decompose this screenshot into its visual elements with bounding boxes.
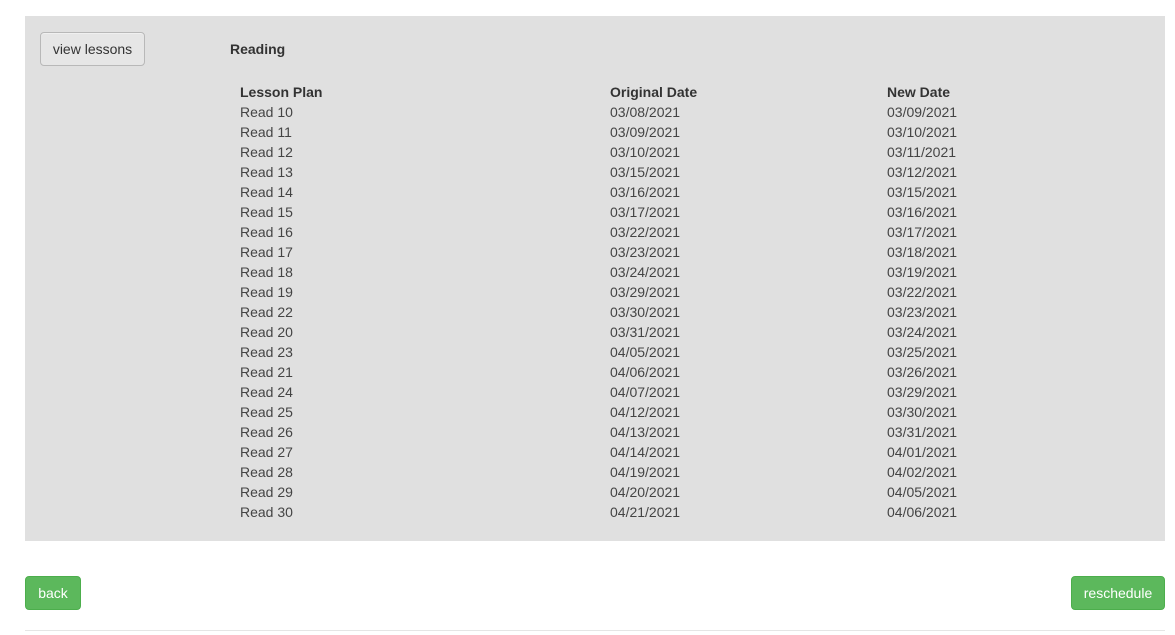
lesson-plan-cell: Read 21	[240, 364, 293, 380]
table-row: Read 23 04/05/2021 03/25/2021	[236, 342, 1083, 362]
lesson-plan-cell: Read 28	[240, 464, 293, 480]
back-button[interactable]: back	[25, 576, 81, 610]
lesson-plan-cell: Read 24	[240, 384, 293, 400]
header-new-date: New Date	[887, 84, 951, 100]
original-date-cell: 03/16/2021	[610, 184, 681, 200]
new-date-cell: 03/23/2021	[887, 304, 958, 320]
reschedule-button[interactable]: reschedule	[1071, 576, 1165, 610]
table-row: Read 13 03/15/2021 03/12/2021	[236, 162, 1083, 182]
original-date-cell: 04/19/2021	[610, 464, 681, 480]
original-date-cell: 04/13/2021	[610, 424, 681, 440]
original-date-cell: 03/10/2021	[610, 144, 681, 160]
table-row: Read 29 04/20/2021 04/05/2021	[236, 482, 1083, 502]
lesson-plan-cell: Read 13	[240, 164, 293, 180]
table-row: Read 26 04/13/2021 03/31/2021	[236, 422, 1083, 442]
new-date-cell: 03/10/2021	[887, 124, 958, 140]
new-date-cell: 03/12/2021	[887, 164, 958, 180]
original-date-cell: 04/20/2021	[610, 484, 681, 500]
new-date-cell: 04/05/2021	[887, 484, 958, 500]
new-date-cell: 03/24/2021	[887, 324, 958, 340]
original-date-cell: 03/31/2021	[610, 324, 681, 340]
table-row: Read 22 03/30/2021 03/23/2021	[236, 302, 1083, 322]
original-date-cell: 03/15/2021	[610, 164, 681, 180]
lesson-plan-cell: Read 10	[240, 104, 293, 120]
lesson-plan-cell: Read 14	[240, 184, 293, 200]
view-lessons-button[interactable]: view lessons	[40, 32, 145, 66]
table-row: Read 10 03/08/2021 03/09/2021	[236, 102, 1083, 122]
lesson-plan-cell: Read 19	[240, 284, 293, 300]
new-date-cell: 03/17/2021	[887, 224, 958, 240]
new-date-cell: 03/30/2021	[887, 404, 958, 420]
lesson-table-body: Read 10 03/08/2021 03/09/2021 Read 11 03/09/…	[236, 102, 1083, 522]
lesson-plan-cell: Read 25	[240, 404, 293, 420]
lesson-plan-cell: Read 29	[240, 484, 293, 500]
lesson-plan-cell: Read 22	[240, 304, 293, 320]
new-date-cell: 04/06/2021	[887, 504, 958, 520]
header-lesson-plan: Lesson Plan	[240, 84, 323, 100]
lesson-plan-cell: Read 17	[240, 244, 293, 260]
original-date-cell: 04/12/2021	[610, 404, 681, 420]
lesson-plan-cell: Read 18	[240, 264, 293, 280]
table-header-row: Lesson Plan Original Date New Date	[236, 82, 1083, 102]
table-row: Read 18 03/24/2021 03/19/2021	[236, 262, 1083, 282]
table-row: Read 21 04/06/2021 03/26/2021	[236, 362, 1083, 382]
table-row: Read 14 03/16/2021 03/15/2021	[236, 182, 1083, 202]
lesson-plan-cell: Read 20	[240, 324, 293, 340]
table-row: Read 17 03/23/2021 03/18/2021	[236, 242, 1083, 262]
new-date-cell: 03/09/2021	[887, 104, 958, 120]
table-row: Read 16 03/22/2021 03/17/2021	[236, 222, 1083, 242]
new-date-cell: 04/02/2021	[887, 464, 958, 480]
new-date-cell: 03/19/2021	[887, 264, 958, 280]
table-row: Read 12 03/10/2021 03/11/2021	[236, 142, 1083, 162]
new-date-cell: 03/18/2021	[887, 244, 958, 260]
lesson-plan-cell: Read 27	[240, 444, 293, 460]
lesson-plan-cell: Read 26	[240, 424, 293, 440]
original-date-cell: 03/09/2021	[610, 124, 681, 140]
table-row: Read 25 04/12/2021 03/30/2021	[236, 402, 1083, 422]
lesson-plan-cell: Read 30	[240, 504, 293, 520]
table-row: Read 15 03/17/2021 03/16/2021	[236, 202, 1083, 222]
original-date-cell: 03/08/2021	[610, 104, 681, 120]
table-row: Read 20 03/31/2021 03/24/2021	[236, 322, 1083, 342]
footer-divider	[25, 630, 1165, 631]
new-date-cell: 03/31/2021	[887, 424, 958, 440]
lesson-plan-cell: Read 12	[240, 144, 293, 160]
original-date-cell: 04/21/2021	[610, 504, 681, 520]
original-date-cell: 03/24/2021	[610, 264, 681, 280]
original-date-cell: 04/14/2021	[610, 444, 681, 460]
table-row: Read 30 04/21/2021 04/06/2021	[236, 502, 1083, 522]
original-date-cell: 03/17/2021	[610, 204, 681, 220]
original-date-cell: 04/05/2021	[610, 344, 681, 360]
original-date-cell: 03/29/2021	[610, 284, 681, 300]
new-date-cell: 04/01/2021	[887, 444, 958, 460]
original-date-cell: 03/22/2021	[610, 224, 681, 240]
lesson-panel: view lessons Reading Lesson Plan Origina…	[25, 16, 1165, 541]
original-date-cell: 03/30/2021	[610, 304, 681, 320]
lesson-plan-cell: Read 23	[240, 344, 293, 360]
new-date-cell: 03/26/2021	[887, 364, 958, 380]
new-date-cell: 03/29/2021	[887, 384, 958, 400]
original-date-cell: 04/07/2021	[610, 384, 681, 400]
table-row: Read 28 04/19/2021 04/02/2021	[236, 462, 1083, 482]
new-date-cell: 03/25/2021	[887, 344, 958, 360]
lesson-table: Lesson Plan Original Date New Date Read …	[236, 82, 1083, 522]
original-date-cell: 03/23/2021	[610, 244, 681, 260]
new-date-cell: 03/15/2021	[887, 184, 958, 200]
new-date-cell: 03/16/2021	[887, 204, 958, 220]
lesson-plan-cell: Read 15	[240, 204, 293, 220]
new-date-cell: 03/11/2021	[887, 144, 957, 160]
new-date-cell: 03/22/2021	[887, 284, 958, 300]
lesson-plan-cell: Read 11	[240, 124, 292, 140]
header-original-date: Original Date	[610, 84, 698, 100]
original-date-cell: 04/06/2021	[610, 364, 681, 380]
table-row: Read 27 04/14/2021 04/01/2021	[236, 442, 1083, 462]
table-row: Read 24 04/07/2021 03/29/2021	[236, 382, 1083, 402]
subject-title: Reading	[230, 41, 286, 57]
table-row: Read 11 03/09/2021 03/10/2021	[236, 122, 1083, 142]
table-row: Read 19 03/29/2021 03/22/2021	[236, 282, 1083, 302]
lesson-plan-cell: Read 16	[240, 224, 293, 240]
